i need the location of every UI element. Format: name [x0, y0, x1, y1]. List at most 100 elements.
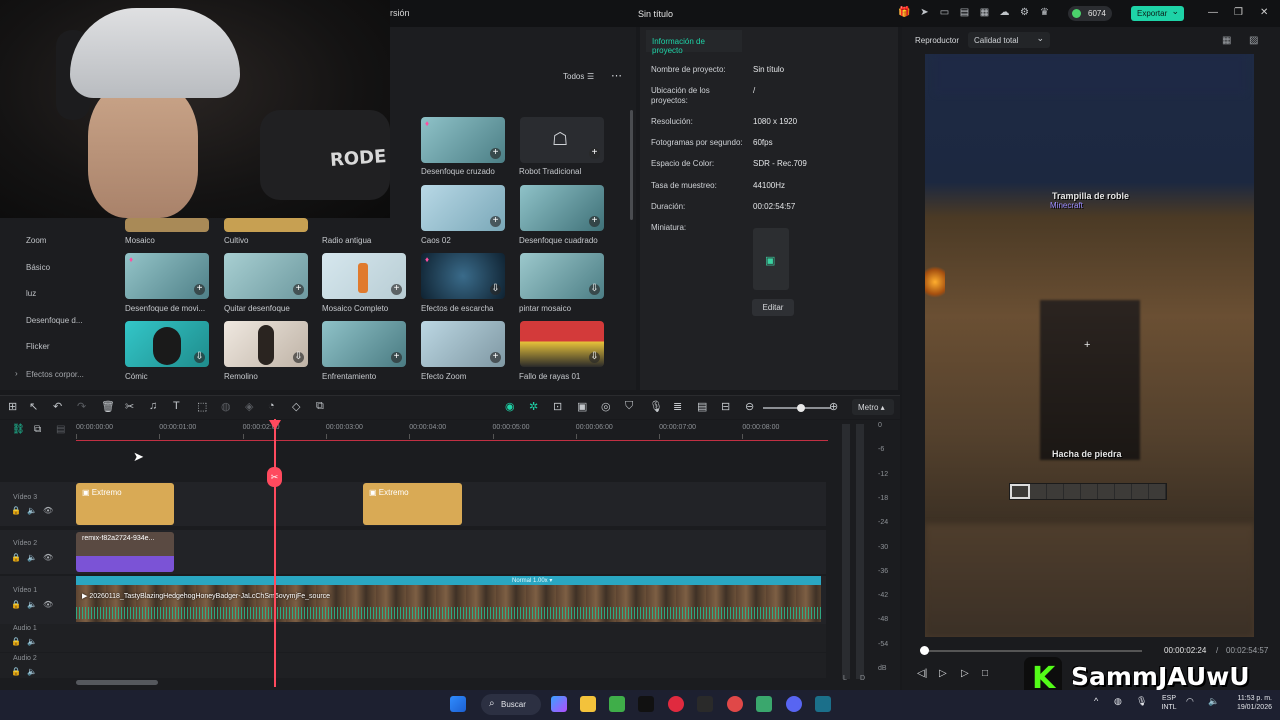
export-button[interactable]: Exportar: [1131, 4, 1184, 21]
effect-tile[interactable]: ♦ ⇩: [421, 253, 505, 299]
track-list-icon[interactable]: ▤: [56, 424, 65, 435]
category-light[interactable]: luz: [26, 289, 36, 298]
add-icon[interactable]: +: [589, 148, 600, 159]
mask-icon[interactable]: ◈: [245, 400, 253, 413]
scrub-bar[interactable]: [921, 650, 1142, 652]
snap-icon[interactable]: ◉: [505, 400, 515, 413]
step-back-icon[interactable]: ◁|: [917, 668, 927, 679]
lock-icon[interactable]: 🔒: [11, 553, 21, 562]
windows-start-icon[interactable]: [450, 696, 466, 712]
volume-icon[interactable]: 🔈: [1208, 697, 1219, 706]
download-icon[interactable]: ⇩: [589, 284, 600, 295]
zoom-handle[interactable]: [797, 404, 805, 412]
shield-icon[interactable]: ⛉: [625, 400, 633, 413]
lock-icon[interactable]: 🔒: [11, 667, 21, 676]
language-indicator[interactable]: ESP INTL: [1158, 694, 1180, 712]
add-icon[interactable]: +: [391, 352, 402, 363]
effect-tile[interactable]: ♦ +: [421, 117, 505, 163]
effect-tile[interactable]: [125, 218, 209, 232]
add-icon[interactable]: +: [293, 284, 304, 295]
effect-tile[interactable]: ☖ +: [520, 117, 604, 163]
cloud-icon[interactable]: ☁: [998, 6, 1011, 19]
effect-tile[interactable]: ♦ +: [125, 253, 209, 299]
screen-icon[interactable]: ▤: [697, 400, 707, 413]
filter-icon[interactable]: ☰: [587, 72, 594, 81]
undo-icon[interactable]: ↶: [53, 400, 62, 413]
minimize-icon[interactable]: —: [1208, 7, 1218, 18]
effect-tile[interactable]: +: [224, 253, 308, 299]
tray-expand-icon[interactable]: ^: [1094, 697, 1098, 706]
lock-icon[interactable]: 🔒: [11, 506, 21, 515]
marker-icon[interactable]: ▣: [577, 400, 587, 413]
motion-icon[interactable]: ◎: [601, 400, 611, 413]
mic-tray-icon[interactable]: 🎙: [1136, 697, 1147, 706]
step-forward-icon[interactable]: ▷: [961, 668, 969, 679]
category-corporate[interactable]: Efectos corpor...: [10, 369, 95, 384]
download-icon[interactable]: ⇩: [589, 352, 600, 363]
tab-project-info[interactable]: Información de proyecto: [646, 30, 742, 55]
filter-dropdown[interactable]: Todos: [563, 72, 584, 81]
add-icon[interactable]: +: [490, 352, 501, 363]
filmora-icon[interactable]: [815, 696, 831, 712]
download-icon[interactable]: ⇩: [293, 352, 304, 363]
file-explorer-icon[interactable]: [580, 696, 596, 712]
meter-toggle[interactable]: Metro ▴: [852, 399, 894, 415]
delete-icon[interactable]: 🗑: [101, 400, 115, 413]
speaker-icon[interactable]: 🔈: [27, 637, 37, 646]
more-options-icon[interactable]: ⋯: [611, 69, 622, 82]
color-icon[interactable]: ◍: [221, 400, 231, 413]
category-zoom[interactable]: Zoom: [26, 236, 46, 245]
playhead[interactable]: [274, 419, 276, 687]
lock-icon[interactable]: 🔒: [11, 637, 21, 646]
text-icon[interactable]: T: [173, 400, 180, 412]
split-icon[interactable]: ✂: [125, 400, 134, 413]
add-icon[interactable]: +: [391, 284, 402, 295]
speaker-icon[interactable]: 🔈: [27, 506, 37, 515]
add-icon[interactable]: +: [490, 148, 501, 159]
effect-tile[interactable]: ⇩: [520, 253, 604, 299]
copilot-icon[interactable]: [551, 696, 567, 712]
speed-icon[interactable]: ◔: [268, 400, 275, 412]
speed-badge[interactable]: Normal 1.00x ▾: [512, 577, 552, 584]
category-basic[interactable]: Básico: [26, 263, 50, 272]
speaker-icon[interactable]: 🔈: [27, 553, 37, 562]
effects-scrollbar[interactable]: [630, 110, 633, 220]
redo-icon[interactable]: ↷: [77, 400, 86, 413]
clock[interactable]: 11:53 p. m. 19/01/2026: [1226, 694, 1272, 712]
tiktok-icon[interactable]: [638, 696, 654, 712]
layout-icon[interactable]: ▦: [978, 6, 991, 19]
speaker-icon[interactable]: 🔈: [27, 667, 37, 676]
stop-icon[interactable]: □: [982, 668, 988, 679]
transform-icon[interactable]: ⧉: [316, 400, 324, 413]
credits-badge[interactable]: 6074: [1068, 6, 1112, 21]
discord-icon[interactable]: [786, 696, 802, 712]
zoom-out-icon[interactable]: ⊖: [745, 400, 754, 413]
lock-icon[interactable]: 🔒: [11, 600, 21, 609]
add-icon[interactable]: +: [589, 216, 600, 227]
effect-tile[interactable]: +: [421, 185, 505, 231]
eye-icon[interactable]: 👁: [43, 553, 53, 562]
timeline-scrollbar[interactable]: [76, 680, 158, 685]
menu-item-version[interactable]: rsión: [390, 8, 410, 18]
ai-icon[interactable]: ✲: [529, 400, 538, 413]
spreadsheet-icon[interactable]: [756, 696, 772, 712]
effect-tile[interactable]: [224, 218, 308, 232]
layout-grid-icon[interactable]: ⊞: [8, 400, 17, 413]
capcut-icon[interactable]: [697, 696, 713, 712]
play-icon[interactable]: ▷: [939, 668, 947, 679]
main-clip-header[interactable]: [76, 576, 821, 585]
link-icon[interactable]: ⛓: [12, 424, 25, 435]
chrome-icon[interactable]: [727, 696, 743, 712]
save-icon[interactable]: ▤: [958, 6, 971, 19]
fit-icon[interactable]: ⊟: [721, 400, 730, 413]
crop-icon[interactable]: ⬚: [197, 400, 207, 413]
download-icon[interactable]: ⇩: [490, 284, 501, 295]
maximize-icon[interactable]: ❐: [1234, 7, 1243, 18]
crown-icon[interactable]: ♛: [1038, 6, 1051, 19]
add-icon[interactable]: +: [490, 216, 501, 227]
minecraft-icon[interactable]: [609, 696, 625, 712]
quality-dropdown[interactable]: Calidad total: [968, 32, 1050, 48]
render-icon[interactable]: ⊡: [553, 400, 562, 413]
zoom-in-icon[interactable]: ⊕: [829, 400, 838, 413]
select-tool-icon[interactable]: ↖: [29, 400, 38, 413]
